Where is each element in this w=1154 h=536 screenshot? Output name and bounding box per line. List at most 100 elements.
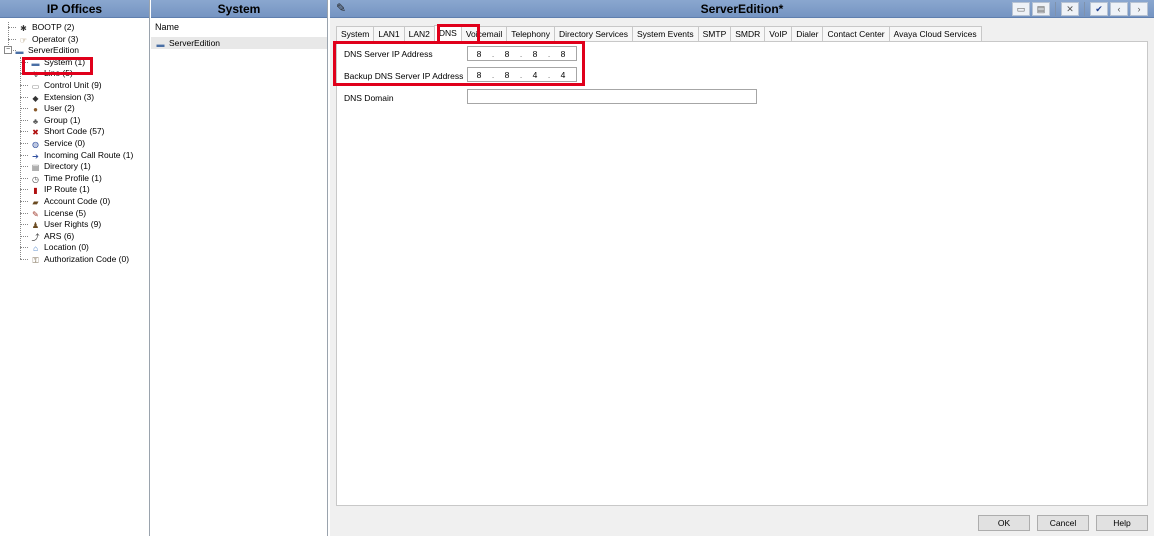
tree-item-label: ServerEdition [28,45,80,56]
tree-connector [20,189,28,191]
tree-connector [20,96,28,98]
system-highlight-box [22,57,93,75]
dns-tab-highlight-box [437,24,480,44]
tab-avaya-cloud-services[interactable]: Avaya Cloud Services [888,26,982,41]
ars-icon: ⤴ [31,232,40,242]
tab-telephony[interactable]: Telephony [506,26,555,41]
tree-item[interactable]: ◷ Time Profile (1) [30,173,102,184]
tree-connector [20,108,28,110]
tree-connector [20,119,28,121]
name-column-header[interactable]: Name [155,22,179,32]
bootp-icon: ✱ [20,24,27,33]
tree-item[interactable]: ▮ IP Route (1) [30,184,90,196]
time-profile-icon: ◷ [32,174,39,184]
tree-connector [20,212,28,214]
tree-item[interactable]: ◍ Service (0) [30,138,85,149]
ip-offices-header: IP Offices [0,0,149,18]
editor-tabs: System LAN1 LAN2 DNS Voicemail Telephony Direc… [336,25,982,41]
edit-form-icon: ✎ [336,1,347,15]
next-icon[interactable]: › [1130,2,1148,16]
tree-item-label: User Rights (9) [44,219,102,230]
tree-connector [20,201,28,202]
list-item-label: ServerEdition [169,38,221,48]
user-icon: ● [33,105,38,115]
tree-connector [20,131,28,133]
control-unit-icon: ▭ [31,82,40,91]
tree-item[interactable]: ▬ ServerEdition [14,45,80,56]
save-icon[interactable]: ▤ [1032,2,1050,16]
tree-item-label: Service (0) [44,138,86,148]
tree-item[interactable]: ⌂ Location (0) [30,242,89,253]
tab-directory-services[interactable]: Directory Services [553,26,633,41]
tree-connector [8,27,16,28]
tree-item[interactable]: ✖ Short Code (57) [30,126,104,137]
tree-item[interactable]: ◆ Extension (3) [30,92,94,103]
dns-fields-highlight-box [333,41,585,86]
toolbar-divider [1055,2,1056,16]
tree-connector [20,259,28,260]
tree-item[interactable]: ⚿ Authorization Code (0) [30,254,129,265]
tree-item[interactable]: ▤ Directory (1) [30,161,91,172]
tab-voip[interactable]: VoIP [764,26,793,41]
dns-domain-field[interactable] [467,89,757,104]
system-list-panel: System Name ▬ ServerEdition [151,0,328,536]
tree-item[interactable]: ➔ Incoming Call Route (1) [30,150,133,161]
tree-item[interactable]: ☞ Operator (3) [18,34,78,45]
tree-item[interactable]: ♟ User Rights (9) [30,219,101,230]
tree-connector [20,177,28,179]
tree-connector [20,247,28,249]
new-icon[interactable]: ▭ [1012,2,1030,16]
tab-lan1[interactable]: LAN1 [373,26,405,41]
validate-check-icon[interactable]: ✔ [1090,2,1108,16]
collapse-icon[interactable]: − [4,46,12,55]
tree-connector [20,143,28,144]
tree-item[interactable]: ✱ BOOTP (2) [18,22,74,33]
tab-contact-center[interactable]: Contact Center [822,26,890,41]
tab-smtp[interactable]: SMTP [697,26,732,41]
tree-item[interactable]: ✎ License (5) [30,208,86,219]
tab-dialer[interactable]: Dialer [791,26,824,41]
previous-icon[interactable]: ‹ [1110,2,1128,16]
tab-smdr[interactable]: SMDR [730,26,766,41]
tree-item[interactable]: ▰ Account Code (0) [30,196,110,207]
list-item[interactable]: ▬ ServerEdition [151,37,327,49]
tree-item-label: Location (0) [44,242,89,253]
tree-item-label: User (2) [44,103,75,114]
tree-item-label: Account Code (0) [44,196,111,206]
help-button[interactable]: Help [1096,515,1148,531]
tree-item-label: Authorization Code (0) [44,254,130,264]
editor-title: ServerEdition* [700,2,784,16]
operator-icon: ☞ [19,35,28,45]
user-rights-icon: ♟ [31,221,40,231]
group-icon: ♣ [32,116,39,126]
tree-item-label: Control Unit (9) [44,80,102,90]
tree-item-label: Operator (3) [32,33,79,44]
tree-item-label: IP Route (1) [44,184,90,195]
tree-connector [20,56,21,259]
tree-connector [20,154,28,156]
tree-item-label: Time Profile (1) [44,172,102,183]
cancel-button[interactable]: Cancel [1037,515,1089,531]
ok-button[interactable]: OK [978,515,1030,531]
dns-tab-content: DNS Server IP Address 8. 8. 8. 8 Backup … [333,41,1148,506]
ip-route-icon: ▮ [33,186,38,196]
toolbar-divider [1084,2,1085,16]
tab-lan2[interactable]: LAN2 [403,26,435,41]
tree-item-label: Group (1) [44,114,81,125]
tree-item-label: Directory (1) [44,161,91,172]
tree-connector [8,38,16,40]
license-icon: ✎ [32,209,39,219]
tab-system-events[interactable]: System Events [631,26,699,41]
account-code-icon: ▰ [32,198,39,207]
tree-item-label: License (5) [44,207,87,218]
tree-item[interactable]: ♣ Group (1) [30,114,81,126]
tree-item[interactable]: ● User (2) [30,103,75,114]
location-icon: ⌂ [33,244,38,254]
tree-item[interactable]: ⤴ ARS (6) [30,231,75,242]
delete-icon[interactable]: ✕ [1061,2,1079,16]
tree-connector [20,166,28,168]
directory-icon: ▤ [31,163,40,173]
tree-item[interactable]: ▭ Control Unit (9) [30,80,102,91]
editor-panel: ServerEdition* ✎ ▭ ▤ ✕ ✔ ‹ › System LAN1 L… [330,0,1154,536]
tab-system[interactable]: System [336,26,375,41]
